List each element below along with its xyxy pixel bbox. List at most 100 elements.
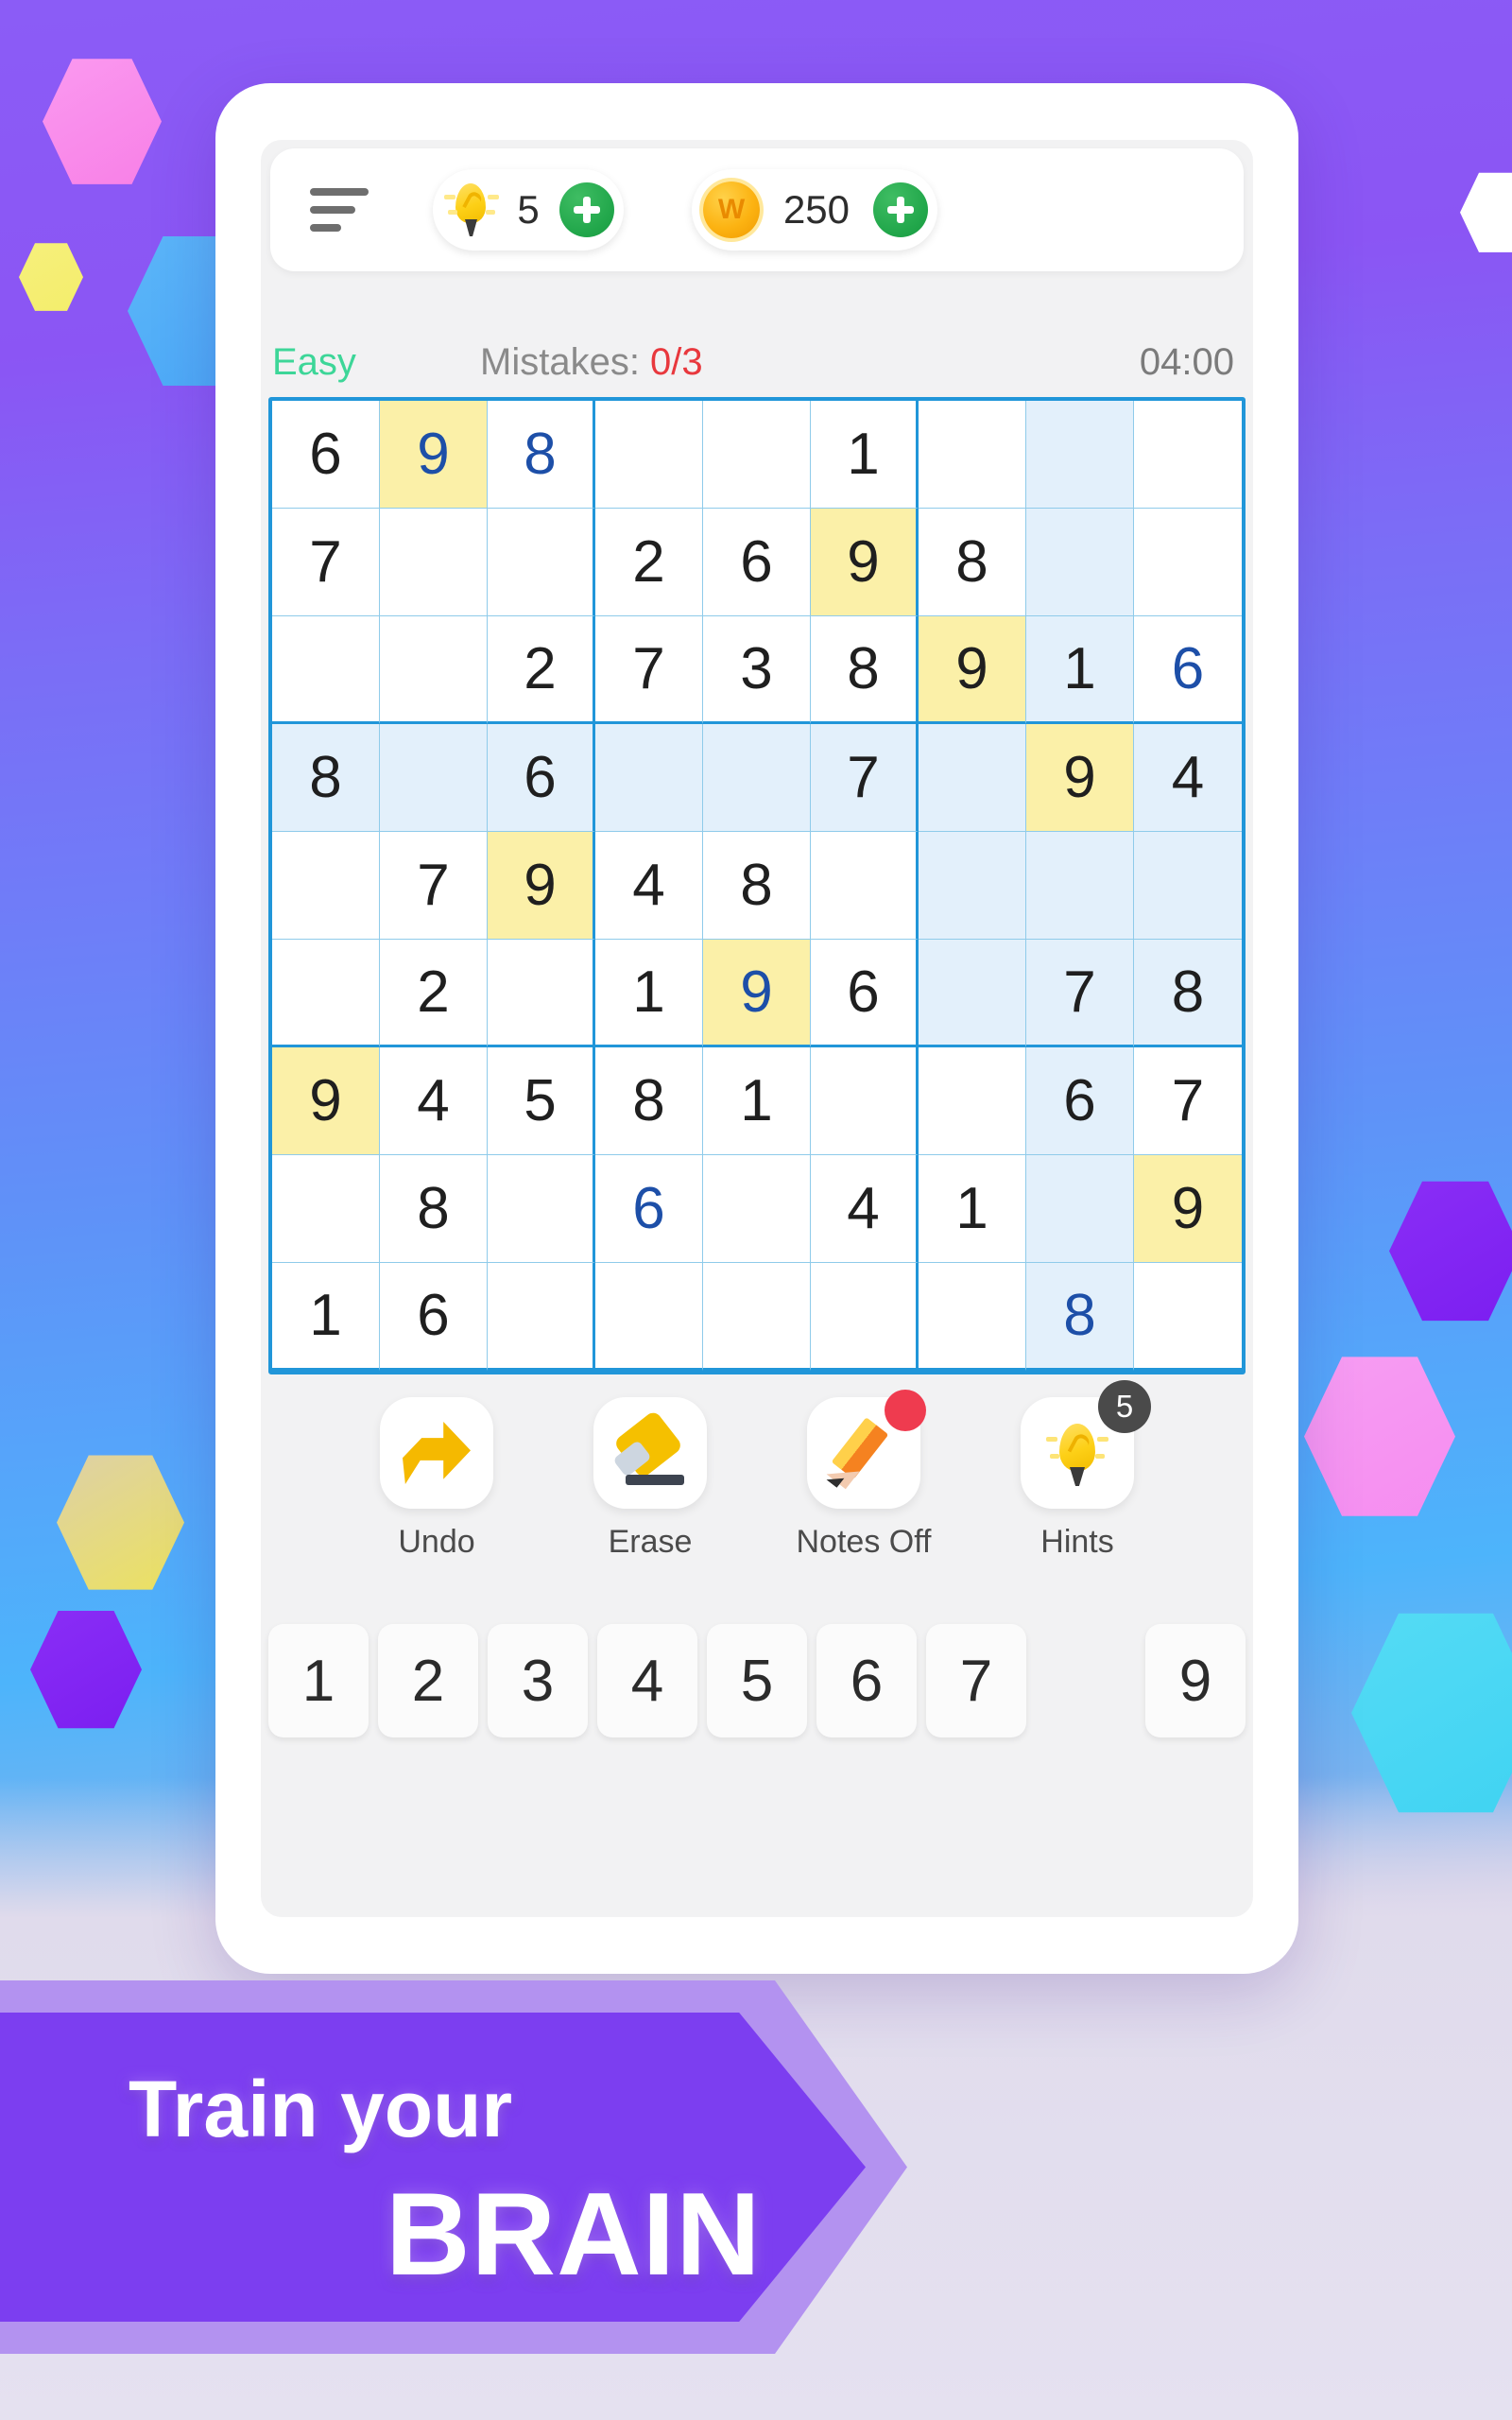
notes-button[interactable] — [807, 1390, 926, 1509]
sudoku-cell-r9c9[interactable] — [1134, 1263, 1242, 1371]
number-key-5[interactable]: 5 — [707, 1624, 807, 1737]
sudoku-cell-r2c3[interactable] — [488, 509, 595, 616]
sudoku-cell-r2c9[interactable] — [1134, 509, 1242, 616]
sudoku-cell-r5c5[interactable]: 8 — [703, 832, 811, 940]
sudoku-cell-r7c1[interactable]: 9 — [272, 1047, 380, 1155]
sudoku-cell-r2c2[interactable] — [380, 509, 488, 616]
erase-tool[interactable]: Erase — [575, 1397, 726, 1561]
sudoku-cell-r5c9[interactable] — [1134, 832, 1242, 940]
sudoku-grid[interactable]: 6981726982738916867947948219678945816786… — [268, 397, 1246, 1374]
sudoku-cell-r8c3[interactable] — [488, 1155, 595, 1263]
sudoku-cell-r8c9[interactable]: 9 — [1134, 1155, 1242, 1263]
sudoku-cell-r6c7[interactable] — [919, 940, 1026, 1047]
sudoku-cell-r4c7[interactable] — [919, 724, 1026, 832]
sudoku-cell-r5c1[interactable] — [272, 832, 380, 940]
sudoku-cell-r3c4[interactable]: 7 — [595, 616, 703, 724]
number-key-7[interactable]: 7 — [926, 1624, 1026, 1737]
number-key-6[interactable]: 6 — [816, 1624, 917, 1737]
sudoku-cell-r8c7[interactable]: 1 — [919, 1155, 1026, 1263]
sudoku-cell-r9c3[interactable] — [488, 1263, 595, 1371]
sudoku-cell-r6c6[interactable]: 6 — [811, 940, 919, 1047]
notes-tool[interactable]: Notes Off — [788, 1390, 939, 1561]
sudoku-cell-r6c5[interactable]: 9 — [703, 940, 811, 1047]
sudoku-cell-r5c2[interactable]: 7 — [380, 832, 488, 940]
sudoku-cell-r1c4[interactable] — [595, 401, 703, 509]
sudoku-cell-r5c6[interactable] — [811, 832, 919, 940]
sudoku-cell-r9c4[interactable] — [595, 1263, 703, 1371]
sudoku-cell-r4c5[interactable] — [703, 724, 811, 832]
number-key-3[interactable]: 3 — [488, 1624, 588, 1737]
sudoku-cell-r3c7[interactable]: 9 — [919, 616, 1026, 724]
sudoku-cell-r7c2[interactable]: 4 — [380, 1047, 488, 1155]
sudoku-cell-r6c2[interactable]: 2 — [380, 940, 488, 1047]
sudoku-cell-r9c1[interactable]: 1 — [272, 1263, 380, 1371]
sudoku-cell-r7c7[interactable] — [919, 1047, 1026, 1155]
sudoku-cell-r8c2[interactable]: 8 — [380, 1155, 488, 1263]
sudoku-cell-r6c8[interactable]: 7 — [1026, 940, 1134, 1047]
number-pad[interactable]: 1234567 9 — [268, 1624, 1246, 1737]
sudoku-cell-r1c3[interactable]: 8 — [488, 401, 595, 509]
coins-counter-pill[interactable]: W 250 — [692, 169, 937, 251]
sudoku-cell-r1c7[interactable] — [919, 401, 1026, 509]
sudoku-cell-r4c9[interactable]: 4 — [1134, 724, 1242, 832]
sudoku-cell-r3c8[interactable]: 1 — [1026, 616, 1134, 724]
sudoku-cell-r1c1[interactable]: 6 — [272, 401, 380, 509]
sudoku-cell-r2c6[interactable]: 9 — [811, 509, 919, 616]
sudoku-cell-r3c2[interactable] — [380, 616, 488, 724]
sudoku-cell-r7c8[interactable]: 6 — [1026, 1047, 1134, 1155]
sudoku-cell-r9c2[interactable]: 6 — [380, 1263, 488, 1371]
sudoku-cell-r9c8[interactable]: 8 — [1026, 1263, 1134, 1371]
sudoku-cell-r3c9[interactable]: 6 — [1134, 616, 1242, 724]
add-hints-button[interactable] — [559, 182, 614, 237]
sudoku-cell-r2c5[interactable]: 6 — [703, 509, 811, 616]
sudoku-cell-r3c3[interactable]: 2 — [488, 616, 595, 724]
sudoku-cell-r6c4[interactable]: 1 — [595, 940, 703, 1047]
sudoku-cell-r4c8[interactable]: 9 — [1026, 724, 1134, 832]
sudoku-cell-r8c8[interactable] — [1026, 1155, 1134, 1263]
sudoku-cell-r5c4[interactable]: 4 — [595, 832, 703, 940]
add-coins-button[interactable] — [873, 182, 928, 237]
sudoku-cell-r5c7[interactable] — [919, 832, 1026, 940]
sudoku-cell-r6c9[interactable]: 8 — [1134, 940, 1242, 1047]
sudoku-cell-r8c6[interactable]: 4 — [811, 1155, 919, 1263]
sudoku-cell-r6c1[interactable] — [272, 940, 380, 1047]
sudoku-cell-r2c4[interactable]: 2 — [595, 509, 703, 616]
undo-button[interactable] — [380, 1397, 493, 1509]
sudoku-cell-r4c4[interactable] — [595, 724, 703, 832]
sudoku-cell-r8c5[interactable] — [703, 1155, 811, 1263]
sudoku-cell-r7c3[interactable]: 5 — [488, 1047, 595, 1155]
sudoku-cell-r3c6[interactable]: 8 — [811, 616, 919, 724]
sudoku-cell-r4c6[interactable]: 7 — [811, 724, 919, 832]
sudoku-cell-r1c6[interactable]: 1 — [811, 401, 919, 509]
erase-button[interactable] — [593, 1397, 707, 1509]
sudoku-cell-r1c2[interactable]: 9 — [380, 401, 488, 509]
sudoku-cell-r2c7[interactable]: 8 — [919, 509, 1026, 616]
sudoku-cell-r9c7[interactable] — [919, 1263, 1026, 1371]
number-key-9[interactable]: 9 — [1145, 1624, 1246, 1737]
sudoku-cell-r4c2[interactable] — [380, 724, 488, 832]
sudoku-cell-r1c8[interactable] — [1026, 401, 1134, 509]
number-key-4[interactable]: 4 — [597, 1624, 697, 1737]
sudoku-cell-r2c8[interactable] — [1026, 509, 1134, 616]
hints-button[interactable]: 5 — [1021, 1380, 1151, 1509]
sudoku-cell-r1c9[interactable] — [1134, 401, 1242, 509]
sudoku-cell-r3c5[interactable]: 3 — [703, 616, 811, 724]
sudoku-cell-r8c4[interactable]: 6 — [595, 1155, 703, 1263]
sudoku-cell-r7c6[interactable] — [811, 1047, 919, 1155]
sudoku-cell-r3c1[interactable] — [272, 616, 380, 724]
sudoku-cell-r4c3[interactable]: 6 — [488, 724, 595, 832]
sudoku-cell-r4c1[interactable]: 8 — [272, 724, 380, 832]
sudoku-cell-r7c4[interactable]: 8 — [595, 1047, 703, 1155]
sudoku-cell-r5c3[interactable]: 9 — [488, 832, 595, 940]
undo-tool[interactable]: Undo — [361, 1397, 512, 1561]
sudoku-cell-r9c6[interactable] — [811, 1263, 919, 1371]
hints-counter-pill[interactable]: 5 — [433, 169, 624, 251]
sudoku-cell-r2c1[interactable]: 7 — [272, 509, 380, 616]
sudoku-cell-r5c8[interactable] — [1026, 832, 1134, 940]
hamburger-icon[interactable] — [310, 183, 369, 236]
sudoku-cell-r7c9[interactable]: 7 — [1134, 1047, 1242, 1155]
sudoku-cell-r8c1[interactable] — [272, 1155, 380, 1263]
sudoku-cell-r6c3[interactable] — [488, 940, 595, 1047]
sudoku-cell-r7c5[interactable]: 1 — [703, 1047, 811, 1155]
sudoku-cell-r9c5[interactable] — [703, 1263, 811, 1371]
